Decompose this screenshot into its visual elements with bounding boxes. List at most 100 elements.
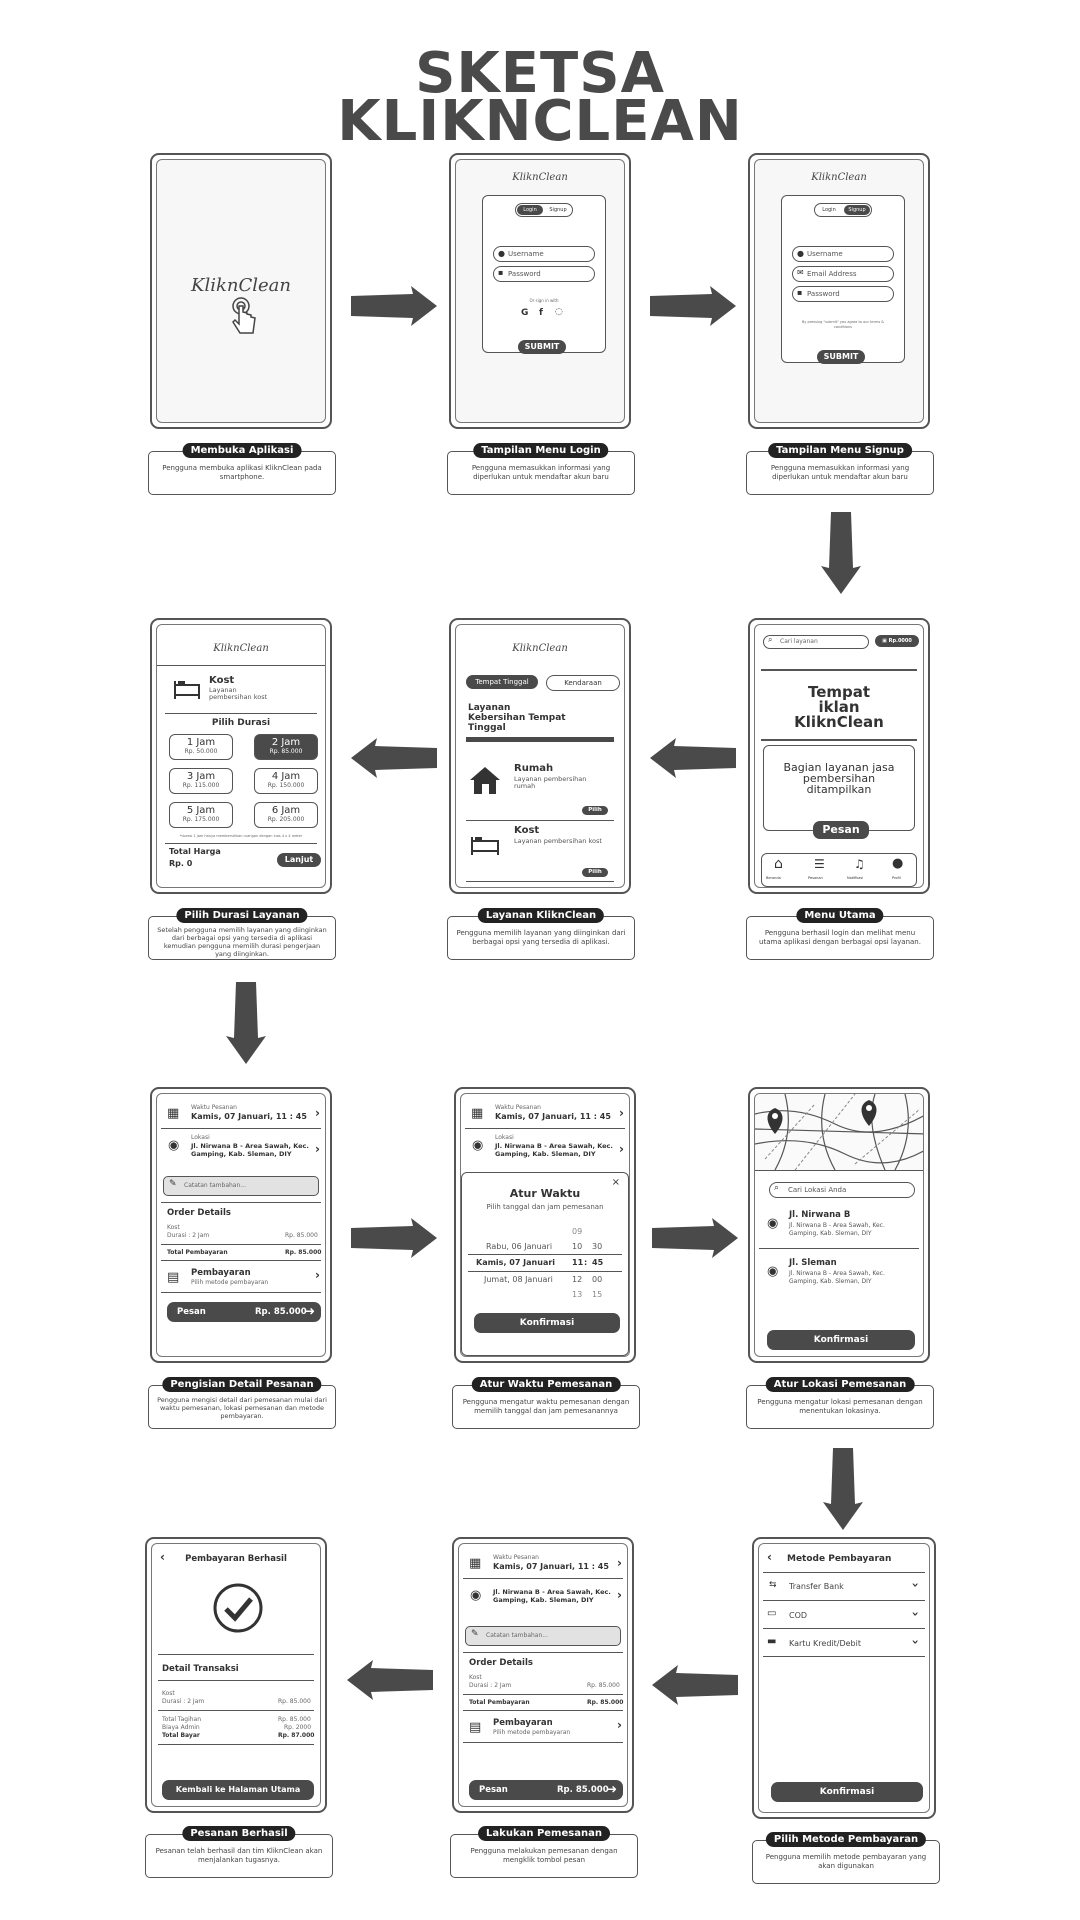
flow-arrow-left <box>351 738 437 778</box>
location-value[interactable]: Jl. Nirwana B - Area Sawah, Kec. Gamping… <box>191 1142 309 1158</box>
duration-logo: KliknClean <box>213 643 269 654</box>
location-search-input[interactable]: ⌕ Cari Lokasi Anda <box>769 1182 915 1198</box>
orders-icon[interactable]: ☰ <box>814 857 825 871</box>
divider <box>157 665 325 666</box>
bell-icon[interactable]: ♫ <box>854 857 865 871</box>
time-confirm-button[interactable]: Konfirmasi <box>474 1313 620 1333</box>
facebook-icon[interactable]: f <box>539 308 543 318</box>
back-icon[interactable]: ‹ <box>767 1550 772 1564</box>
location-option-title[interactable]: Jl. Nirwana B <box>789 1210 850 1220</box>
minute-cell-selected[interactable]: 45 <box>592 1258 603 1267</box>
duration-option-selected[interactable]: 2 Jam Rp. 85.000 <box>254 734 318 760</box>
duration-option[interactable]: 5 Jam Rp. 175.000 <box>169 802 233 828</box>
chevron-right-icon[interactable]: › <box>315 1142 320 1156</box>
payment-method-title: Metode Pembayaran <box>787 1554 892 1564</box>
back-home-button[interactable]: Kembali ke Halaman Utama <box>162 1780 314 1800</box>
date-cell[interactable]: Jumat, 08 Januari <box>484 1275 553 1284</box>
minute-cell[interactable]: 30 <box>592 1242 602 1251</box>
flow-arrow-down <box>823 1448 863 1530</box>
hour-cell[interactable]: 13 <box>572 1290 582 1299</box>
chevron-down-icon[interactable]: › <box>908 1640 922 1645</box>
phone-signup: KliknClean Login Signup ● Username ✉ Ema… <box>748 153 930 429</box>
chevron-right-icon[interactable]: › <box>617 1588 622 1602</box>
duration-option[interactable]: 6 Jam Rp. 205.000 <box>254 802 318 828</box>
google-icon[interactable]: G <box>521 308 528 318</box>
home-icon[interactable]: ⌂ <box>774 856 783 872</box>
service-kost-title: Kost <box>514 825 540 836</box>
ad-line3: KliknClean <box>794 713 884 731</box>
order-pay-button[interactable]: Pesan Rp. 85.000 ➜ <box>167 1302 321 1322</box>
total-payment-label: Total Pembayaran <box>167 1249 228 1256</box>
tab-kendaraan[interactable]: Kendaraan <box>546 675 620 691</box>
chevron-right-icon[interactable]: › <box>617 1718 622 1732</box>
success-item: Kost <box>162 1690 175 1697</box>
hour-cell[interactable]: 10 <box>572 1242 582 1251</box>
location-confirm-button[interactable]: Konfirmasi <box>767 1330 915 1350</box>
date-cell[interactable]: Rabu, 06 Januari <box>486 1242 552 1251</box>
time-value: Kamis, 07 Januari, 11 : 45 <box>495 1112 611 1121</box>
map-view[interactable] <box>755 1094 924 1170</box>
order-button[interactable]: Pesan <box>813 821 869 839</box>
location-value[interactable]: Jl. Nirwana B - Area Sawah, Kec. Gamping… <box>493 1588 611 1604</box>
chevron-down-icon[interactable]: › <box>908 1583 922 1588</box>
chevron-right-icon[interactable]: › <box>315 1268 320 1282</box>
duration-option[interactable]: 1 Jam Rp. 50.000 <box>169 734 233 760</box>
login-logo: KliknClean <box>512 172 568 183</box>
caption-title: Pilih Durasi Layanan <box>176 908 308 923</box>
wallet-balance[interactable]: ▣ Rp.0000 <box>875 635 919 647</box>
minute-cell[interactable]: 15 <box>592 1290 602 1299</box>
signup-submit-button[interactable]: SUBMIT <box>817 350 865 364</box>
duration-option[interactable]: 3 Jam Rp. 115.000 <box>169 768 233 794</box>
method-credit-card[interactable]: Kartu Kredit/Debit <box>789 1639 861 1648</box>
splash-logo: KliknClean <box>191 275 291 296</box>
flow-arrow-left <box>650 738 736 778</box>
username-input[interactable]: ● Username <box>792 246 894 262</box>
date-cell-selected[interactable]: Kamis, 07 Januari <box>476 1258 555 1267</box>
payment-confirm-button[interactable]: Konfirmasi <box>771 1782 923 1802</box>
location-option-title[interactable]: Jl. Sleman <box>789 1258 837 1268</box>
note-input[interactable]: ✎ Catatan tambahan... <box>163 1176 319 1196</box>
duration-option[interactable]: 4 Jam Rp. 150.000 <box>254 768 318 794</box>
note-input[interactable]: ✎ Catatan tambahan... <box>465 1626 621 1646</box>
tab-signup[interactable]: Signup <box>844 205 870 215</box>
tab-signup[interactable]: Signup <box>545 205 571 215</box>
choose-rumah-button[interactable]: Pilih <box>582 806 608 815</box>
time-value[interactable]: Kamis, 07 Januari, 11 : 45 <box>493 1562 609 1571</box>
password-input[interactable]: ▪ Password <box>792 286 894 302</box>
tab-login[interactable]: Login <box>816 205 842 215</box>
divider <box>161 1244 321 1245</box>
profile-icon[interactable]: ● <box>892 856 903 871</box>
order-pay-button[interactable]: Pesan Rp. 85.000 ➜ <box>469 1780 623 1800</box>
username-input[interactable]: ● Username <box>493 246 595 262</box>
signup-tab-switch: Login Signup <box>814 203 872 217</box>
next-button[interactable]: Lanjut <box>277 853 321 867</box>
time-value[interactable]: Kamis, 07 Januari, 11 : 45 <box>191 1112 307 1121</box>
home-search-input[interactable]: ⌕ Cari layanan <box>763 635 869 649</box>
tab-login[interactable]: Login <box>517 205 543 215</box>
order-pay-total: Rp. 85.000 <box>255 1307 307 1317</box>
choose-kost-button[interactable]: Pilih <box>582 868 608 877</box>
home-search-placeholder: Cari layanan <box>780 638 818 645</box>
method-transfer-bank[interactable]: Transfer Bank <box>789 1582 844 1591</box>
flow-arrow-right <box>351 1218 437 1258</box>
caption-desc: Pengguna mengatur lokasi pemesanan denga… <box>757 1398 923 1415</box>
order-price: Rp. 85.000 <box>285 1232 318 1239</box>
email-input[interactable]: ✉ Email Address <box>792 266 894 282</box>
chevron-right-icon[interactable]: › <box>617 1556 622 1570</box>
signup-card: Login Signup ● Username ✉ Email Address … <box>781 195 905 363</box>
password-input[interactable]: ▪ Password <box>493 266 595 282</box>
method-cod[interactable]: COD <box>789 1611 807 1620</box>
hour-cell[interactable]: 12 <box>572 1275 582 1284</box>
minute-cell[interactable]: 00 <box>592 1275 602 1284</box>
login-card: Login Signup ● Username ▪ Password Or si… <box>482 195 606 353</box>
login-submit-button[interactable]: SUBMIT <box>518 340 566 354</box>
chevron-down-icon[interactable]: › <box>908 1612 922 1617</box>
apple-icon[interactable]: ◌ <box>555 307 563 317</box>
hour-cell-selected[interactable]: 11 <box>572 1258 583 1267</box>
hour-cell[interactable]: 09 <box>572 1227 582 1236</box>
terms-text: By pressing "submit" you agree to our te… <box>801 320 885 329</box>
phone-duration: KliknClean Kost Layanan pembersihan kost… <box>150 618 332 894</box>
chevron-right-icon[interactable]: › <box>315 1106 320 1120</box>
tab-tempat-tinggal[interactable]: Tempat Tinggal <box>466 675 538 689</box>
phone-splash: KliknClean <box>150 153 332 429</box>
